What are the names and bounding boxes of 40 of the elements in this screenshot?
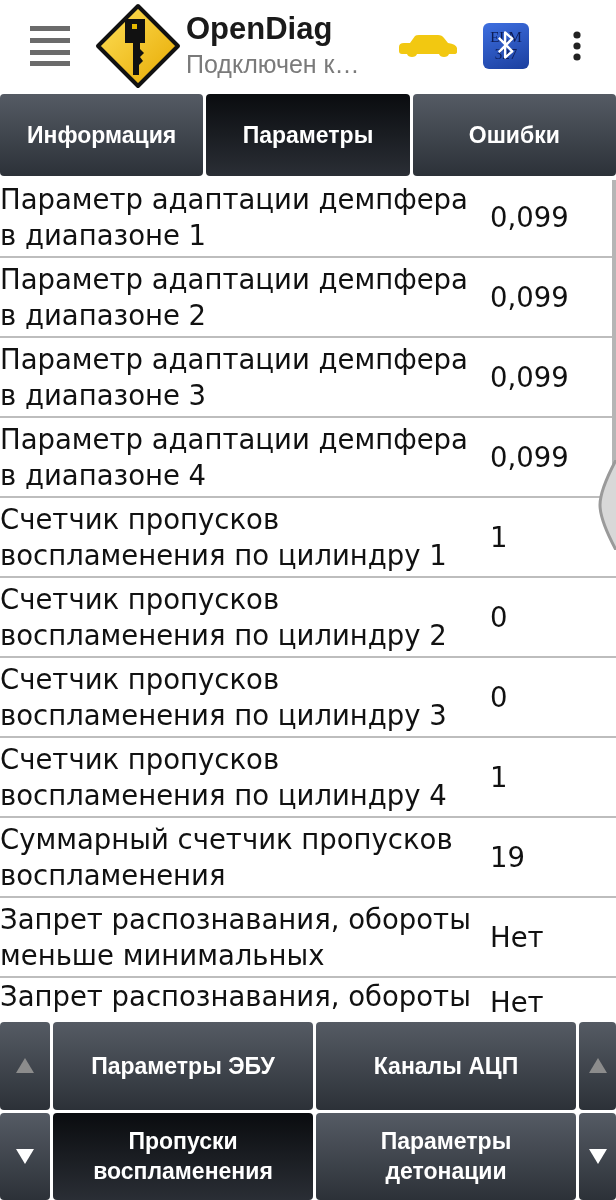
menu-icon[interactable] <box>30 26 70 66</box>
parameter-value: 19 <box>490 840 525 875</box>
up-triangle-icon <box>588 1058 607 1074</box>
parameter-value: 1 <box>490 760 508 795</box>
app-title: OpenDiag <box>186 11 334 47</box>
up-triangle-icon <box>16 1058 34 1074</box>
parameter-name: Счетчик пропусков воспламенения по цилиндру 3 <box>0 662 448 733</box>
key-logo-icon <box>95 3 181 89</box>
parameter-name: Счетчик пропусков воспламенения по цилиндру 1 <box>0 502 448 573</box>
parameter-name: Параметр адаптации демпфера в диапазоне 3 <box>0 342 469 413</box>
parameter-value: 0,099 <box>490 360 569 395</box>
parameter-name: Счетчик пропусков воспламенения по цилиндру 2 <box>0 582 448 653</box>
tab[interactable]: Ошибки <box>412 94 616 176</box>
parameter-name: Суммарный счетчик пропусков воспламенения <box>0 822 454 893</box>
parameter-value: 0 <box>490 600 508 635</box>
parameter-name: Параметр адаптации демпфера в диапазоне 2 <box>0 262 469 333</box>
parameter-value: Нет <box>490 920 544 955</box>
group-button[interactable]: Параметры детонации <box>316 1112 576 1200</box>
tab[interactable]: Параметры <box>206 94 410 176</box>
parameter-name: Запрет распознавания, обороты меньше минимальных <box>0 902 472 973</box>
more-options-icon[interactable] <box>573 31 581 61</box>
tab[interactable]: Информация <box>0 94 204 176</box>
group-button[interactable]: Пропуски воспламенения <box>53 1112 313 1200</box>
group-button[interactable]: Параметры ЭБУ <box>53 1022 313 1110</box>
parameter-value: 0,099 <box>490 280 569 315</box>
page-down-button[interactable] <box>579 1112 616 1200</box>
parameter-value: 1 <box>490 520 508 555</box>
parameter-name: Запрет распознавания, обороты <box>0 979 472 1014</box>
parameter-name: Счетчик пропусков воспламенения по цилиндру 4 <box>0 742 448 813</box>
parameter-value: 0,099 <box>490 440 569 475</box>
parameter-value: 0,099 <box>490 200 569 235</box>
page-down-button[interactable] <box>0 1112 50 1200</box>
parameter-value: 0 <box>490 680 508 715</box>
parameter-name: Параметр адаптации демпфера в диапазоне 4 <box>0 422 469 493</box>
down-triangle-icon <box>16 1148 34 1164</box>
group-button[interactable]: Каналы АЦП <box>316 1022 576 1110</box>
parameter-name: Параметр адаптации демпфера в диапазоне 1 <box>0 182 469 253</box>
connection-status: Подключен к… <box>186 49 361 80</box>
down-triangle-icon <box>588 1148 607 1164</box>
parameter-value: Нет <box>490 985 544 1020</box>
